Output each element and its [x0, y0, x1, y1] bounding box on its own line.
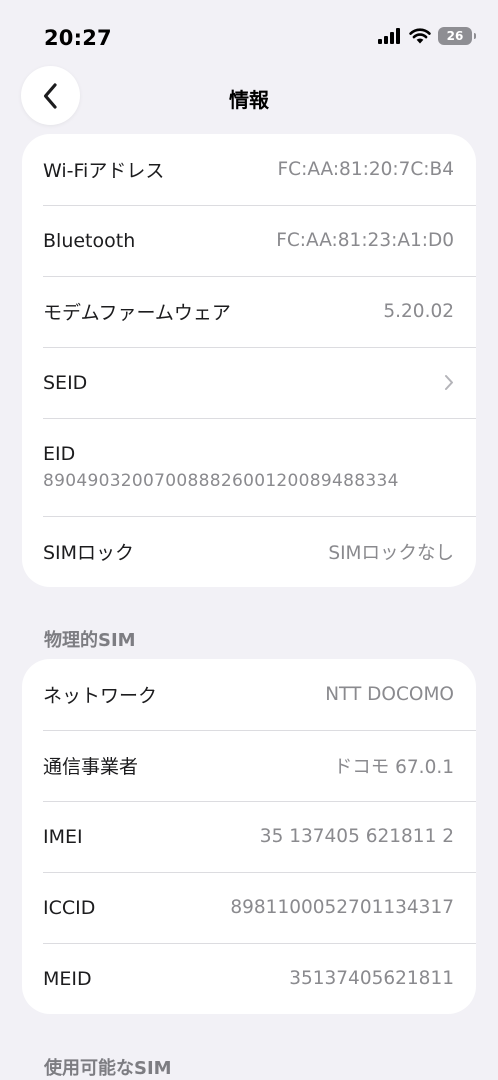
cellular-signal-icon	[378, 28, 400, 44]
row-imei[interactable]: IMEI 35 137405 621811 2	[22, 801, 476, 872]
row-carrier[interactable]: 通信事業者 ドコモ 67.0.1	[22, 730, 476, 801]
section-header-available-sim: 使用可能なSIM	[44, 1058, 172, 1079]
info-group-device: Wi-Fiアドレス FC:AA:81:20:7C:B4 Bluetooth FC…	[22, 134, 476, 587]
wifi-icon	[409, 28, 431, 44]
page-title: 情報	[229, 88, 269, 112]
row-value: 35 137405 621811 2	[259, 826, 454, 847]
row-label: ICCID	[43, 896, 96, 919]
row-eid[interactable]: EID 89049032007008882600120089488334	[22, 418, 476, 516]
row-value: ドコモ 67.0.1	[333, 756, 454, 778]
row-label: SIMロック	[43, 542, 135, 564]
row-value: FC:AA:81:20:7C:B4	[277, 159, 454, 180]
row-value: FC:AA:81:23:A1:D0	[276, 230, 454, 251]
status-time: 20:27	[44, 26, 112, 50]
row-seid[interactable]: SEID	[22, 347, 476, 418]
status-bar: 20:27 26	[0, 0, 498, 70]
row-value: 8981100052701134317	[230, 897, 454, 918]
row-value: 35137405621811	[289, 968, 454, 989]
row-sim-lock[interactable]: SIMロック SIMロックなし	[22, 516, 476, 587]
battery-level: 26	[446, 29, 464, 43]
row-label: Wi-Fiアドレス	[43, 160, 165, 182]
row-label: MEID	[43, 967, 92, 990]
section-header-physical-sim: 物理的SIM	[44, 630, 136, 651]
row-label: SEID	[43, 371, 88, 394]
status-icons: 26	[378, 27, 476, 45]
row-label: モデムファームウェア	[43, 302, 231, 324]
row-modem-firmware[interactable]: モデムファームウェア 5.20.02	[22, 276, 476, 347]
row-label: 通信事業者	[43, 756, 139, 778]
battery-icon: 26	[438, 27, 476, 45]
row-label: IMEI	[43, 825, 83, 848]
chevron-right-icon	[445, 375, 453, 390]
row-value: 5.20.02	[383, 301, 454, 322]
row-wifi-address[interactable]: Wi-Fiアドレス FC:AA:81:20:7C:B4	[22, 134, 476, 205]
row-value: NTT DOCOMO	[325, 684, 454, 705]
navigation-bar: 情報	[0, 66, 498, 126]
row-bluetooth[interactable]: Bluetooth FC:AA:81:23:A1:D0	[22, 205, 476, 276]
row-iccid[interactable]: ICCID 8981100052701134317	[22, 872, 476, 943]
row-label: Bluetooth	[43, 229, 136, 252]
row-label: ネットワーク	[43, 685, 158, 707]
row-meid[interactable]: MEID 35137405621811	[22, 943, 476, 1014]
row-value: SIMロックなし	[328, 542, 454, 564]
row-value: 89049032007008882600120089488334	[43, 471, 399, 491]
row-network[interactable]: ネットワーク NTT DOCOMO	[22, 659, 476, 730]
info-group-physical-sim: ネットワーク NTT DOCOMO 通信事業者 ドコモ 67.0.1 IMEI …	[22, 659, 476, 1014]
row-label: EID	[43, 443, 76, 465]
